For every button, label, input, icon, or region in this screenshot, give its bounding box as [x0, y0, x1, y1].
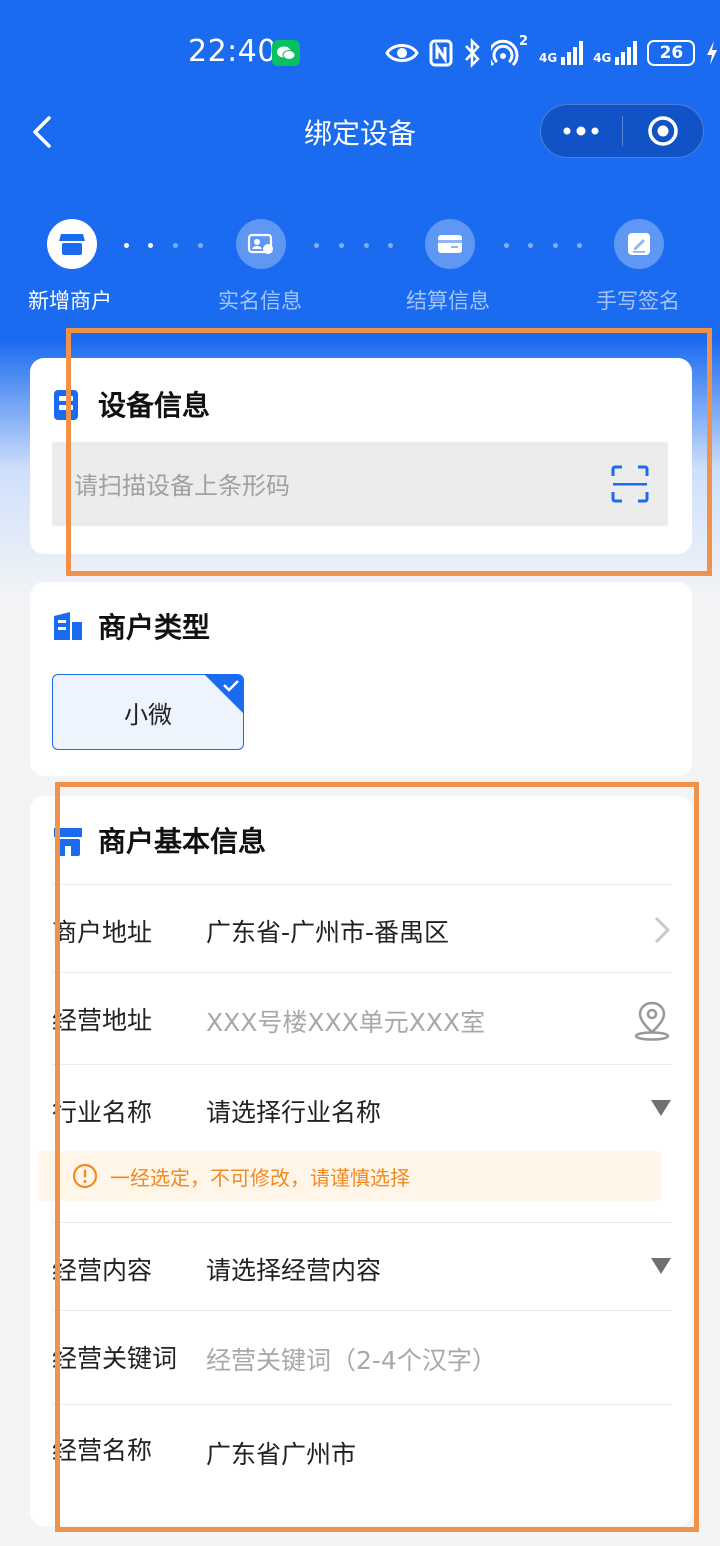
row-label: 经营名称	[52, 1436, 153, 1465]
miniapp-capsule	[540, 104, 704, 158]
status-time: 22:40	[188, 34, 277, 69]
row-label: 商户地址	[52, 918, 153, 947]
dropdown-triangle-icon	[651, 1100, 671, 1116]
hotspot-icon: 2	[487, 34, 529, 68]
step-dot	[173, 243, 178, 248]
battery-icon: 26	[647, 40, 696, 66]
signature-icon	[614, 219, 664, 269]
row-label: 经营关键词	[52, 1344, 178, 1373]
scan-icon	[611, 465, 649, 503]
row-label: 经营地址	[52, 1006, 153, 1035]
merchant-address-row[interactable]: 商户地址 广东省-广州市-番禺区	[52, 884, 672, 972]
industry-select[interactable]: 请选择行业名称	[206, 1093, 381, 1129]
business-address-input[interactable]: XXX号楼XXX单元XXX室	[206, 1003, 485, 1039]
step-dot	[314, 243, 319, 248]
business-name-input[interactable]: 广东省广州市	[206, 1435, 356, 1471]
building-icon	[52, 610, 84, 646]
scan-button[interactable]	[610, 464, 650, 508]
barcode-placeholder: 请扫描设备上条形码	[74, 472, 290, 500]
step-dot	[198, 243, 203, 248]
signal-2-icon: 4G	[593, 41, 638, 65]
bluetooth-icon	[465, 38, 480, 68]
battery-level: 26	[659, 43, 684, 63]
row-label: 行业名称	[52, 1098, 153, 1127]
step-label-real-name: 实名信息	[218, 289, 302, 313]
charging-icon	[707, 41, 718, 65]
step-dot	[528, 243, 533, 248]
close-miniapp-button[interactable]	[623, 104, 704, 158]
step-dot	[553, 243, 558, 248]
checkmark-icon	[205, 675, 243, 713]
step-label-signature: 手写签名	[596, 289, 680, 313]
hotspot-count: 2	[519, 34, 529, 49]
more-button[interactable]	[541, 104, 622, 158]
industry-warning-banner: 一经选定，不可修改，请谨慎选择	[38, 1151, 662, 1201]
signal-1-icon: 4G	[539, 41, 584, 65]
progress-steps: 新增商户 实名信息 结算信息 手写签名	[0, 215, 720, 315]
business-address-row[interactable]: 经营地址 XXX号楼XXX单元XXX室	[52, 972, 672, 1064]
bank-card-icon	[425, 219, 475, 269]
network-type-1: 4G	[539, 51, 558, 65]
wechat-icon	[272, 40, 300, 66]
device-info-title: 设备信息	[98, 389, 211, 422]
warning-icon	[72, 1163, 98, 1189]
device-info-card: 设备信息 请扫描设备上条形码	[30, 358, 692, 554]
target-circle-icon	[648, 116, 678, 146]
id-card-icon	[236, 219, 286, 269]
step-dot	[504, 243, 509, 248]
business-content-row[interactable]: 经营内容 请选择经营内容	[52, 1222, 672, 1310]
row-value: 广东省-广州市-番禺区	[206, 918, 450, 947]
business-keywords-row[interactable]: 经营关键词 经营关键词（2-4个汉字）	[52, 1310, 672, 1404]
shop-icon	[52, 824, 84, 862]
step-dot	[124, 243, 129, 248]
merchant-info-title: 商户基本信息	[98, 825, 267, 858]
barcode-input[interactable]: 请扫描设备上条形码	[52, 442, 668, 526]
status-icons: 2 4G 4G 26	[385, 34, 719, 70]
merchant-type-option-micro[interactable]: 小微	[52, 674, 244, 750]
merchant-type-title: 商户类型	[98, 611, 211, 644]
eye-icon	[385, 44, 419, 62]
step-label-new-merchant: 新增商户	[28, 289, 112, 313]
step-dot	[364, 243, 369, 248]
step-dot	[388, 243, 393, 248]
network-type-2: 4G	[593, 51, 612, 65]
step-dot	[577, 243, 582, 248]
business-name-row[interactable]: 经营名称 广东省广州市	[52, 1404, 672, 1504]
business-content-select[interactable]: 请选择经营内容	[206, 1251, 381, 1287]
chevron-right-icon	[654, 916, 671, 944]
status-bar: 22:40 2 4G 4G 26	[0, 0, 720, 100]
warning-text: 一经选定，不可修改，请谨慎选择	[110, 1165, 410, 1190]
nfc-icon	[429, 39, 453, 67]
row-label: 经营内容	[52, 1256, 153, 1285]
store-icon	[47, 219, 97, 269]
device-icon	[52, 388, 80, 426]
step-dot	[148, 243, 153, 248]
step-dot	[339, 243, 344, 248]
merchant-type-option-label: 小微	[124, 700, 172, 729]
more-dots-icon	[563, 126, 599, 136]
step-label-settlement: 结算信息	[406, 289, 490, 313]
location-pin-icon[interactable]	[632, 999, 672, 1041]
dropdown-triangle-icon	[651, 1258, 671, 1274]
merchant-type-card: 商户类型 小微	[30, 582, 692, 776]
navigation-bar: 绑定设备	[0, 100, 720, 164]
business-keywords-input[interactable]: 经营关键词（2-4个汉字）	[206, 1341, 497, 1377]
